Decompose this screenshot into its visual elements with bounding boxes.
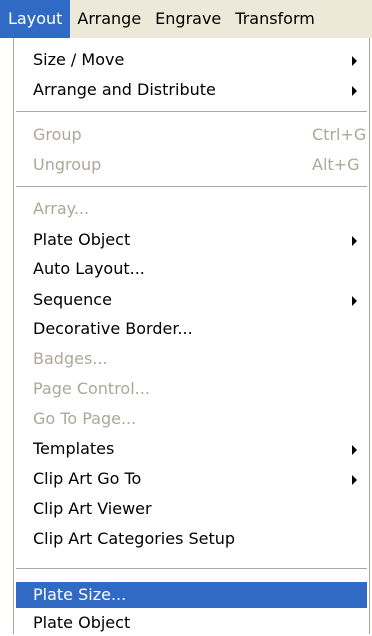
menu-item-group[interactable]: Group Ctrl+G (16, 122, 367, 148)
menu-item-shortcut: Ctrl+G (312, 125, 367, 144)
menu-item-arrange-distribute[interactable]: Arrange and Distribute (16, 77, 367, 103)
menu-item-clip-art-go-to[interactable]: Clip Art Go To (16, 466, 367, 492)
menu-item-clip-art-categories-setup[interactable]: Clip Art Categories Setup (16, 526, 367, 552)
menu-item-ungroup[interactable]: Ungroup Alt+G (16, 152, 367, 178)
menubar-engrave[interactable]: Engrave (148, 0, 228, 38)
menu-item-label: Go To Page... (33, 409, 137, 428)
layout-dropdown-menu: Size / Move Arrange and Distribute Group… (13, 38, 370, 634)
menu-item-plate-object-submenu[interactable]: Plate Object (16, 227, 367, 253)
menu-item-label: Ungroup (33, 155, 102, 174)
menu-item-label: Group (33, 125, 82, 144)
menu-item-go-to-page[interactable]: Go To Page... (16, 406, 367, 432)
menubar-transform[interactable]: Transform (228, 0, 322, 38)
menu-item-label: Clip Art Go To (33, 469, 142, 488)
menu-bar: Layout Arrange Engrave Transform (0, 0, 372, 38)
submenu-arrow-icon (352, 86, 357, 96)
menu-separator (16, 568, 367, 569)
menu-item-clip-art-viewer[interactable]: Clip Art Viewer (16, 496, 367, 522)
submenu-arrow-icon (352, 296, 357, 306)
menu-item-label: Clip Art Categories Setup (33, 529, 236, 548)
menu-item-shortcut: Alt+G (312, 155, 360, 174)
menu-item-label: Array... (33, 199, 90, 218)
menu-separator (16, 111, 367, 112)
menu-item-size-move[interactable]: Size / Move (16, 47, 367, 73)
menu-item-label: Badges... (33, 349, 108, 368)
menu-item-auto-layout[interactable]: Auto Layout... (16, 256, 367, 282)
submenu-arrow-icon (352, 445, 357, 455)
menu-item-label: Size / Move (33, 50, 125, 69)
menu-item-plate-object[interactable]: Plate Object (16, 610, 367, 636)
menu-item-label: Plate Size... (33, 585, 127, 604)
menu-item-label: Auto Layout... (33, 259, 145, 278)
menu-item-label: Plate Object (33, 613, 131, 632)
menu-item-templates[interactable]: Templates (16, 436, 367, 462)
menu-item-label: Templates (33, 439, 115, 458)
menu-item-label: Decorative Border... (33, 319, 193, 338)
submenu-arrow-icon (352, 475, 357, 485)
submenu-arrow-icon (352, 236, 357, 246)
menu-item-label: Sequence (33, 290, 112, 309)
menu-item-badges[interactable]: Badges... (16, 346, 367, 372)
menu-item-plate-size[interactable]: Plate Size... (16, 582, 367, 608)
menu-item-array[interactable]: Array... (16, 196, 367, 222)
menubar-layout[interactable]: Layout (0, 0, 71, 38)
menu-item-sequence[interactable]: Sequence (16, 287, 367, 313)
menu-item-label: Plate Object (33, 230, 131, 249)
menubar-arrange[interactable]: Arrange (70, 0, 148, 38)
menu-item-label: Arrange and Distribute (33, 80, 216, 99)
menu-item-decorative-border[interactable]: Decorative Border... (16, 316, 367, 342)
menu-item-page-control[interactable]: Page Control... (16, 376, 367, 402)
menu-item-label: Page Control... (33, 379, 150, 398)
submenu-arrow-icon (352, 56, 357, 66)
menu-separator (16, 186, 367, 187)
menu-item-label: Clip Art Viewer (33, 499, 152, 518)
